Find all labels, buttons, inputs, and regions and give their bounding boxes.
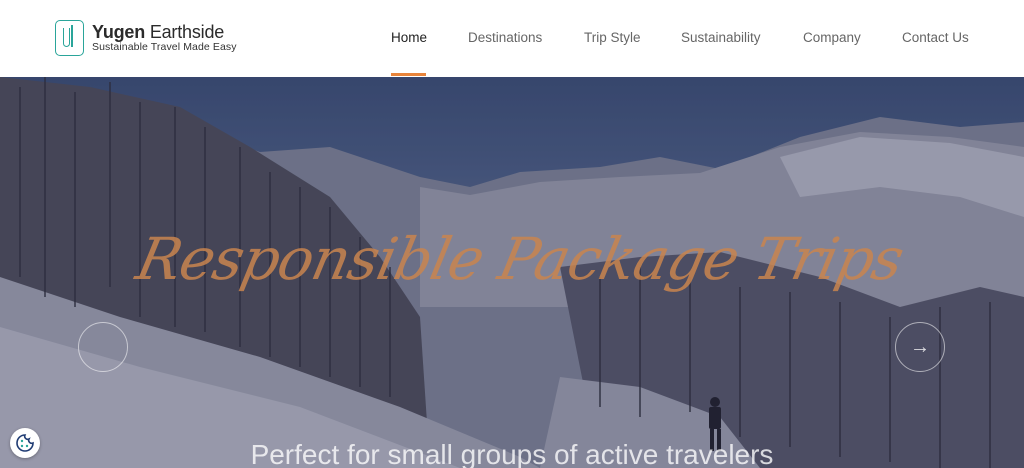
brand-logo[interactable]: Yugen Earthside Sustainable Travel Made … — [55, 20, 237, 56]
logo-icon — [55, 20, 84, 56]
hero-title: Responsible Package Trips — [130, 225, 910, 293]
cookie-settings-button[interactable] — [10, 428, 40, 458]
nav-destinations[interactable]: Destinations — [468, 30, 542, 45]
slider-prev-button[interactable] — [78, 322, 128, 372]
arrow-right-icon: → — [910, 335, 930, 358]
brand-tagline: Sustainable Travel Made Easy — [92, 40, 237, 53]
hero-slider: Responsible Package Trips → Perfect for … — [0, 77, 1024, 468]
nav-trip-style[interactable]: Trip Style — [584, 30, 641, 45]
hero-subtitle: Perfect for small groups of active trave… — [250, 439, 774, 468]
brand-name: Yugen Earthside — [92, 21, 225, 42]
nav-active-indicator — [391, 73, 426, 76]
slider-next-button[interactable]: → — [895, 322, 945, 372]
site-header: Yugen Earthside Sustainable Travel Made … — [0, 0, 1024, 77]
nav-sustainability[interactable]: Sustainability — [681, 30, 761, 45]
nav-home[interactable]: Home — [391, 30, 427, 45]
nav-company[interactable]: Company — [803, 30, 861, 45]
cookie-icon — [16, 434, 34, 452]
brand-text: Yugen Earthside Sustainable Travel Made … — [92, 23, 237, 54]
nav-contact-us[interactable]: Contact Us — [902, 30, 969, 45]
